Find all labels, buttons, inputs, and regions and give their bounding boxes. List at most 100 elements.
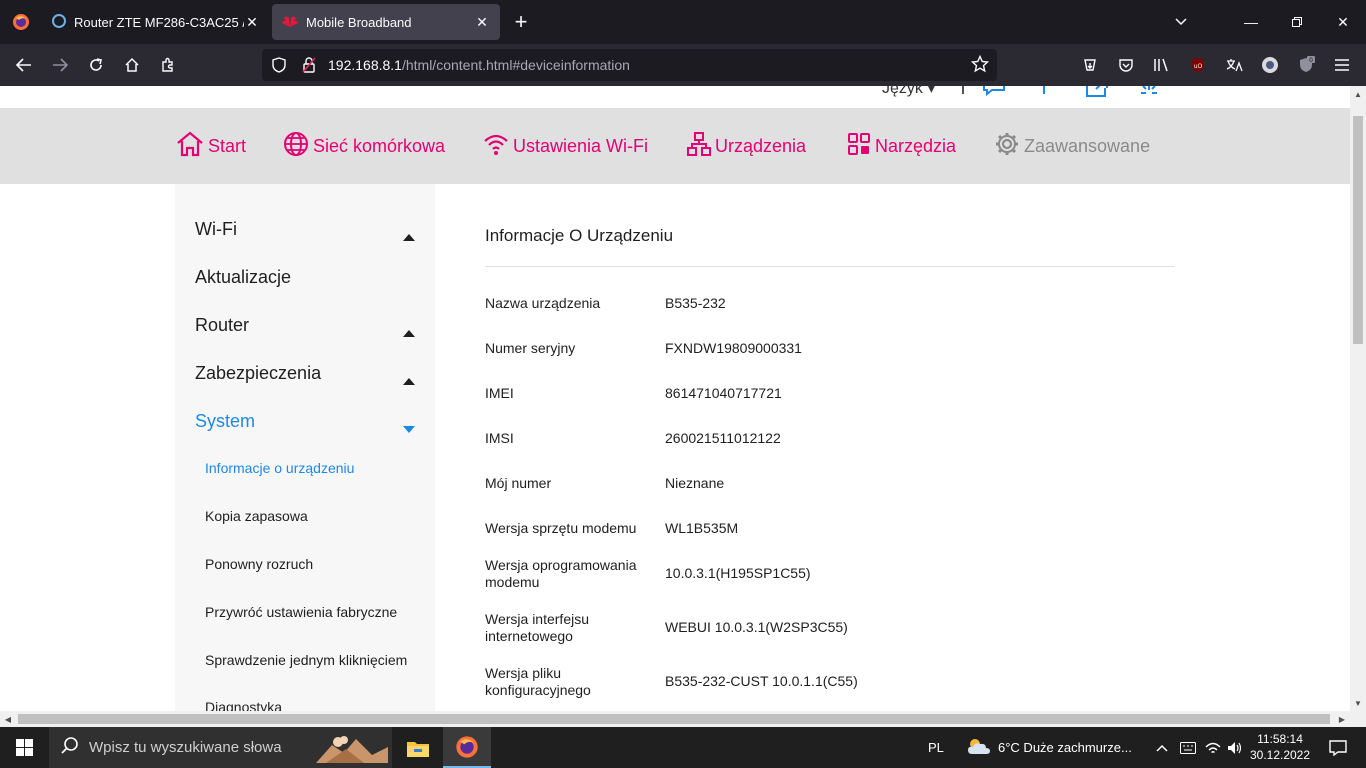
svg-text:0: 0 — [1309, 57, 1313, 64]
close-tab-icon[interactable]: ✕ — [244, 14, 260, 30]
sidebar-subitem-factory-reset[interactable]: Przywróć ustawienia fabryczne — [205, 604, 397, 620]
menu-advanced[interactable]: Zaawansowane — [994, 108, 1150, 184]
list-all-tabs-icon[interactable] — [1158, 0, 1204, 44]
tab-router-zte[interactable]: Router ZTE MF286-C3AC25 / T-M ✕ — [42, 4, 270, 40]
language-code: PL — [928, 740, 944, 755]
language-label: Język — [882, 86, 923, 97]
sidebar-item-security[interactable]: Zabezpieczenia — [195, 363, 415, 385]
weather-text: 6°C Duże zachmurze... — [998, 740, 1132, 755]
url-path: /html/content.html#deviceinformation — [401, 57, 630, 73]
scroll-left-icon[interactable]: ◀ — [0, 711, 16, 727]
sidebar-subitem-diagnostics[interactable]: Diagnostyka — [205, 699, 282, 711]
info-key: IMSI — [485, 430, 514, 446]
page-title: Informacje O Urządzeniu — [485, 226, 674, 245]
library-icon[interactable] — [1144, 49, 1180, 81]
input-language-indicator[interactable]: PL — [928, 727, 944, 768]
pocket-icon[interactable] — [1108, 49, 1144, 81]
sidebar-item-router[interactable]: Router — [195, 315, 415, 337]
sidebar-item-system[interactable]: System — [195, 411, 415, 433]
info-value: FXNDW19809000331 — [665, 340, 802, 356]
scroll-right-icon[interactable]: ▶ — [1334, 711, 1350, 727]
vertical-scrollbar[interactable]: ▲ ▼ — [1350, 86, 1366, 711]
menu-mobile-network[interactable]: Sieć komórkowa — [283, 108, 445, 184]
windows-start-icon[interactable] — [0, 727, 48, 768]
back-icon[interactable] — [6, 49, 42, 81]
insecure-lock-icon[interactable] — [296, 57, 322, 73]
forward-icon[interactable] — [42, 49, 78, 81]
menu-wifi-settings[interactable]: Ustawienia Wi-Fi — [483, 108, 648, 184]
bookmark-star-icon[interactable] — [970, 54, 990, 78]
info-key: IMEI — [485, 385, 514, 401]
info-key: Wersja sprzętu modemu — [485, 520, 637, 536]
main-menu-bar: Start Sieć komórkowa Ustawienia Wi-Fi Ur… — [0, 108, 1350, 184]
pocket-save-icon[interactable] — [1072, 49, 1108, 81]
menu-tools[interactable]: Narzędzia — [847, 108, 956, 184]
taskbar-clock[interactable]: 11:58:14 30.12.2022 — [1245, 731, 1315, 763]
keyboard-icon[interactable] — [1180, 727, 1196, 768]
new-tab-button[interactable]: + — [502, 0, 540, 44]
caret-down-icon — [403, 417, 415, 438]
file-explorer-icon[interactable] — [394, 727, 442, 768]
volume-icon[interactable] — [1227, 727, 1243, 768]
taskbar-search-box[interactable]: Wpisz tu wyszukiwane słowa — [49, 727, 392, 768]
extensions-icon[interactable] — [150, 49, 186, 81]
firefox-menu-icon[interactable] — [0, 0, 42, 44]
url-host: 192.168.8.1 — [328, 57, 402, 73]
menu-label: Narzędzia — [875, 135, 957, 156]
sidebar-subitem-reboot[interactable]: Ponowny rozruch — [205, 556, 313, 572]
privacy-badger-icon[interactable]: 0 — [1288, 49, 1324, 81]
translate-icon[interactable] — [1216, 49, 1252, 81]
notifications-icon[interactable] — [1318, 727, 1358, 768]
horizontal-scrollbar[interactable]: ◀ ▶ — [0, 711, 1350, 727]
sidebar-subitem-backup[interactable]: Kopia zapasowa — [205, 508, 308, 524]
url-bar[interactable]: 192.168.8.1/html/content.html#deviceinfo… — [262, 49, 997, 81]
web-page: Język ▾ Start Sieć komórkowa Ustawienia … — [0, 86, 1350, 711]
home-icon[interactable] — [114, 49, 150, 81]
home-icon — [176, 131, 208, 162]
close-window-button[interactable]: ✕ — [1320, 0, 1366, 44]
firefox-taskbar-icon[interactable] — [443, 727, 491, 768]
messages-icon[interactable] — [982, 86, 1006, 101]
scrollbar-corner — [1350, 711, 1366, 727]
extension-eye-icon[interactable] — [1252, 49, 1288, 81]
network-wifi-icon[interactable] — [1205, 727, 1221, 768]
weather-widget[interactable]: 6°C Duże zachmurze... — [966, 727, 1132, 768]
sidebar-subitem-device-info[interactable]: Informacje o urządzeniu — [205, 460, 354, 476]
close-tab-icon[interactable]: ✕ — [474, 14, 490, 30]
loading-spinner-icon — [1138, 86, 1160, 101]
hamburger-menu-icon[interactable] — [1324, 49, 1360, 81]
search-placeholder: Wpisz tu wyszukiwane słowa — [89, 739, 282, 756]
language-selector[interactable]: Język ▾ — [882, 86, 935, 98]
show-hidden-icons-icon[interactable] — [1156, 727, 1168, 768]
vertical-scroll-thumb[interactable] — [1353, 116, 1363, 344]
browser-tab-strip: Router ZTE MF286-C3AC25 / T-M ✕ Mobile B… — [0, 0, 1366, 44]
ublock-origin-icon[interactable]: uO — [1180, 49, 1216, 81]
wifi-icon — [483, 132, 513, 161]
globe-icon — [283, 131, 313, 162]
tab-label: Router ZTE MF286-C3AC25 / T-M — [74, 14, 244, 30]
scroll-up-icon[interactable]: ▲ — [1350, 86, 1366, 102]
export-icon[interactable] — [1085, 86, 1109, 103]
menu-devices[interactable]: Urządzenia — [687, 108, 806, 184]
info-value: B535-232 — [665, 295, 726, 311]
svg-text:uO: uO — [1194, 63, 1203, 70]
menu-start[interactable]: Start — [176, 108, 246, 184]
sidebar-item-updates[interactable]: Aktualizacje — [195, 267, 415, 288]
menu-label: Start — [208, 135, 247, 156]
sidebar-item-wifi[interactable]: Wi-Fi — [195, 219, 415, 241]
reload-icon[interactable] — [78, 49, 114, 81]
sidebar-subitem-one-click-check[interactable]: Sprawdzenie jednym kliknięciem — [205, 652, 407, 668]
menu-label: Urządzenia — [715, 135, 807, 156]
tab-favicon-icon — [52, 13, 66, 31]
url-text[interactable]: 192.168.8.1/html/content.html#deviceinfo… — [328, 57, 630, 73]
restore-button[interactable] — [1274, 0, 1320, 44]
sidebar: Wi-Fi Aktualizacje Router Zabezpieczenia… — [175, 184, 435, 711]
user-icon[interactable] — [1040, 86, 1048, 101]
scroll-down-icon[interactable]: ▼ — [1350, 695, 1366, 711]
devices-icon — [687, 131, 715, 162]
horizontal-scroll-thumb[interactable] — [18, 714, 1330, 724]
minimize-button[interactable]: — — [1228, 0, 1274, 44]
shield-icon[interactable] — [266, 57, 292, 73]
tab-mobile-broadband[interactable]: Mobile Broadband ✕ — [272, 4, 500, 40]
info-value: 861471040717721 — [665, 385, 782, 401]
